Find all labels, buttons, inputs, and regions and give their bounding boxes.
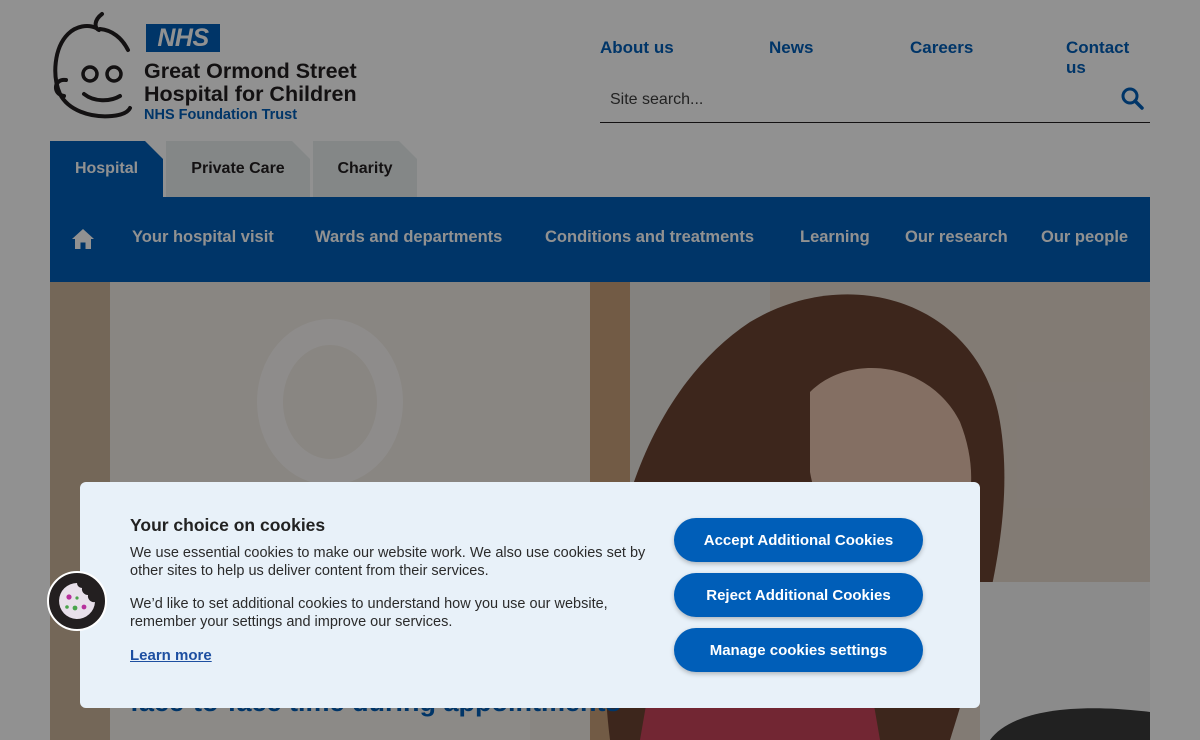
accept-additional-cookies-button[interactable]: Accept Additional Cookies <box>674 518 923 562</box>
cookie-icon <box>59 583 95 619</box>
page: NHS Great Ormond Street Hospital for Chi… <box>0 0 1200 740</box>
manage-cookies-settings-button[interactable]: Manage cookies settings <box>674 628 923 672</box>
learn-more-link[interactable]: Learn more <box>130 647 212 664</box>
cookie-settings-badge[interactable] <box>47 571 107 631</box>
cookie-banner-title: Your choice on cookies <box>130 515 326 535</box>
cookie-banner-text-essential: We use essential cookies to make our web… <box>130 545 646 579</box>
cookie-banner: Your choice on cookies We use essential … <box>80 482 980 708</box>
cookie-banner-text-additional: We’d like to set additional cookies to u… <box>130 596 608 630</box>
reject-additional-cookies-button[interactable]: Reject Additional Cookies <box>674 573 923 617</box>
